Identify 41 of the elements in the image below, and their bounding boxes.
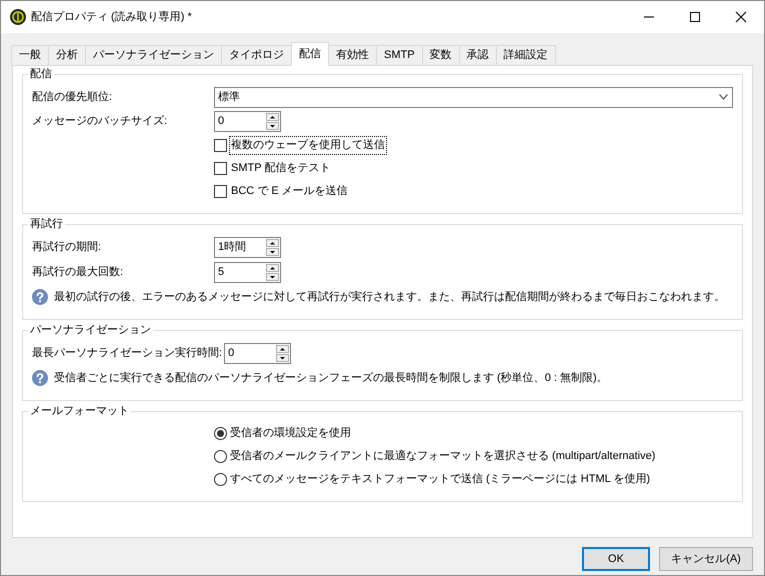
spinner-field[interactable]: 5: [214, 262, 281, 283]
spinner-value: 0: [227, 346, 236, 362]
maximize-icon[interactable]: [689, 11, 701, 23]
info-text: 最初の試行の後、エラーのあるメッセージに対して再試行が実行されます。また、再試行は配信期間が終わるまで毎日おこなわれます。: [54, 290, 725, 305]
spinner-field[interactable]: 0: [224, 343, 292, 364]
field-label: 最長パーソナライゼーション実行時間:: [32, 346, 224, 362]
spinner-value: 5: [217, 265, 226, 280]
dialog-button[interactable]: OK: [582, 547, 650, 571]
close-icon[interactable]: [735, 11, 747, 23]
checkbox-label[interactable]: BCC で E メールを送信: [230, 183, 349, 200]
radio-label[interactable]: すべてのメッセージをテキストフォーマットで送信 (ミラーページには HTML を使用): [230, 471, 650, 488]
help-icon: [32, 370, 48, 386]
spinner-field[interactable]: 0: [214, 111, 281, 132]
spinner-field[interactable]: 1時間: [214, 237, 281, 258]
dialog-button[interactable]: キャンセル(A): [659, 547, 753, 571]
app-logo-icon: [10, 9, 26, 25]
checkbox[interactable]: [214, 185, 227, 198]
checkbox[interactable]: [214, 139, 227, 152]
priority-dropdown[interactable]: 標準: [214, 86, 733, 108]
field-label: 再試行の最大回数:: [32, 265, 124, 280]
radio-button[interactable]: [214, 427, 227, 440]
info-text: 受信者ごとに実行できる配信のパーソナライゼーションフェーズの最長時間を制限します (秒単位、0 : 無制限)。: [54, 370, 608, 386]
chevron-down-icon: [719, 94, 728, 100]
checkbox-label[interactable]: 複数のウェーブを使用して送信: [230, 137, 386, 154]
spinner-value: 0: [217, 114, 226, 130]
checkbox-label[interactable]: SMTP 配信をテスト: [230, 160, 332, 177]
radio-label[interactable]: 受信者の環境設定を使用: [230, 425, 351, 442]
field-label: 配信の優先順位:: [32, 90, 114, 105]
field-label: 再試行の期間:: [32, 240, 102, 256]
dropdown-value: 標準: [217, 90, 241, 105]
radio-button[interactable]: [214, 450, 227, 463]
tab[interactable]: 詳細設定: [496, 45, 556, 66]
spinner-value: 1時間: [217, 240, 248, 256]
radio-button[interactable]: [214, 473, 227, 486]
checkbox[interactable]: [214, 162, 227, 175]
help-icon: [32, 289, 48, 305]
tab[interactable]: 一般: [11, 45, 49, 66]
tab[interactable]: 配信: [291, 42, 329, 66]
radio-label[interactable]: 受信者のメールクライアントに最適なフォーマットを選択させる (multipart/alternative): [230, 448, 656, 465]
field-label: メッセージのバッチサイズ:: [32, 114, 168, 130]
window-title: 配信プロパティ (読み取り専用) *: [31, 10, 193, 25]
